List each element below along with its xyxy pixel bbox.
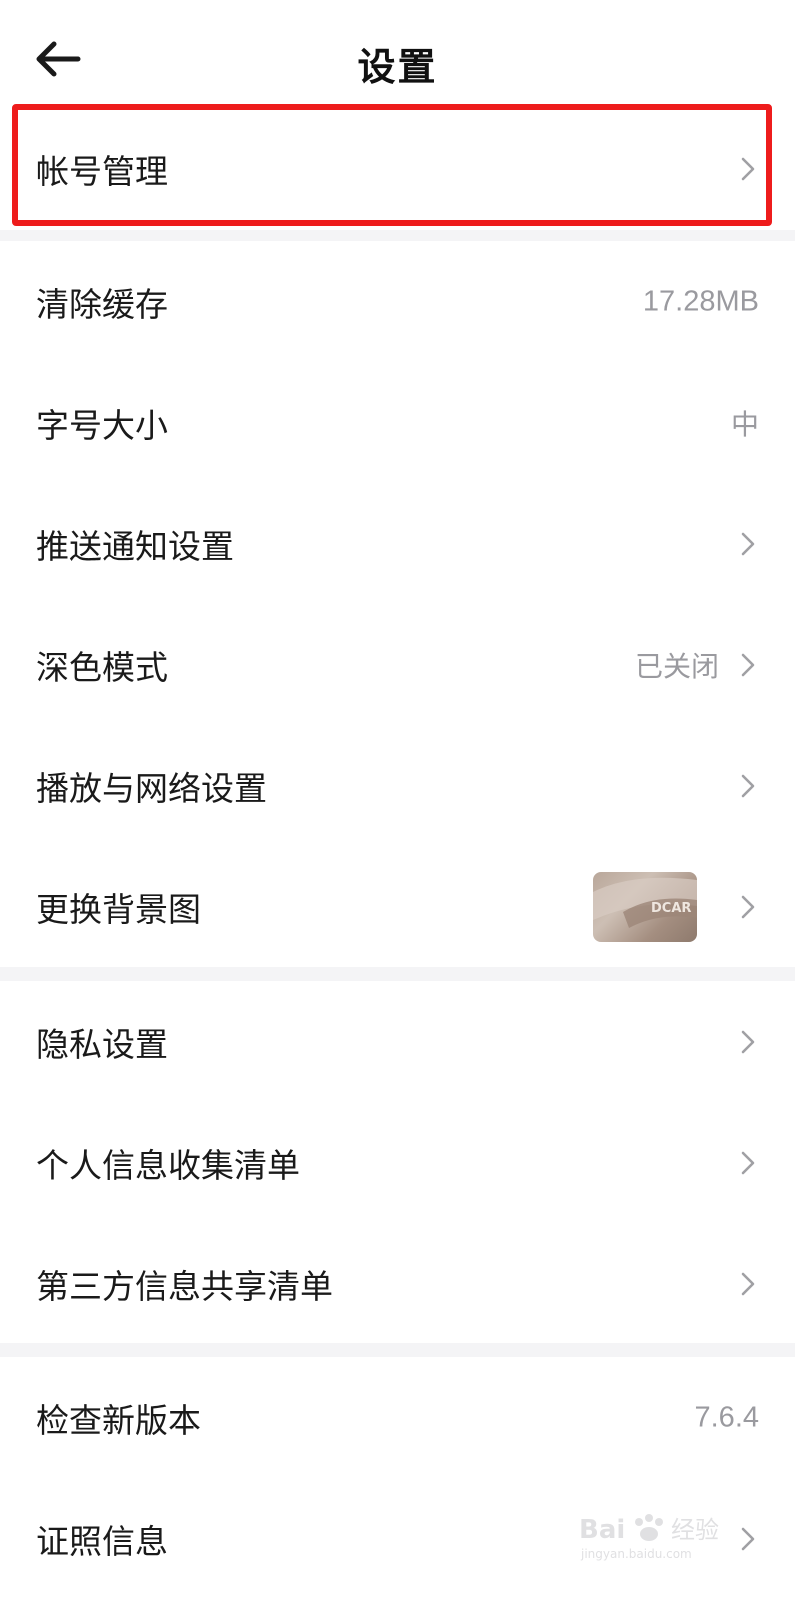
- row-font-size[interactable]: 字号大小 中: [0, 362, 795, 484]
- chevron-right-icon: [741, 1030, 755, 1054]
- settings-group-general: 清除缓存 17.28MB 字号大小 中 推送通知设置 深色模式 已关闭 播放与网…: [0, 241, 795, 967]
- row-label: 检查新版本: [36, 1401, 201, 1440]
- svg-text:jingyan.baidu.com: jingyan.baidu.com: [580, 1547, 692, 1561]
- chevron-right-icon: [741, 157, 755, 181]
- svg-text:DCAR: DCAR: [651, 901, 691, 916]
- row-check-update[interactable]: 检查新版本 7.6.4: [0, 1357, 795, 1479]
- cache-size-value: 17.28MB: [642, 285, 759, 318]
- arrow-left-icon: [36, 41, 81, 77]
- top-bar: 设置: [0, 0, 795, 108]
- row-label: 证照信息: [36, 1522, 168, 1561]
- row-privacy-settings[interactable]: 隐私设置: [0, 981, 795, 1103]
- row-push-notification[interactable]: 推送通知设置: [0, 483, 795, 605]
- settings-group-account: 帐号管理: [0, 108, 795, 230]
- row-account-management[interactable]: 帐号管理: [0, 108, 795, 230]
- svg-text:Bai: Bai: [579, 1515, 625, 1545]
- row-label: 深色模式: [36, 648, 168, 687]
- baidu-jingyan-watermark: Bai 经验 jingyan.baidu.com: [577, 1508, 757, 1564]
- row-label: 清除缓存: [36, 285, 168, 324]
- chevron-right-icon: [741, 774, 755, 798]
- background-thumbnail: DCAR: [593, 872, 697, 942]
- chevron-right-icon: [741, 1151, 755, 1175]
- row-change-background[interactable]: 更换背景图 DCAR: [0, 846, 795, 968]
- chevron-right-icon: [741, 1272, 755, 1296]
- row-playback-network[interactable]: 播放与网络设置: [0, 725, 795, 847]
- chevron-right-icon: [741, 895, 755, 919]
- settings-group-privacy: 隐私设置 个人信息收集清单 第三方信息共享清单: [0, 981, 795, 1343]
- row-dark-mode[interactable]: 深色模式 已关闭: [0, 604, 795, 726]
- svg-text:经验: 经验: [671, 1516, 719, 1544]
- chevron-right-icon: [741, 653, 755, 677]
- row-label: 更换背景图: [36, 890, 201, 929]
- row-label: 字号大小: [36, 406, 168, 445]
- row-label: 播放与网络设置: [36, 769, 267, 808]
- row-label: 第三方信息共享清单: [36, 1267, 333, 1306]
- back-button[interactable]: [30, 34, 86, 84]
- font-size-value: 中: [730, 408, 759, 441]
- row-personal-info-list[interactable]: 个人信息收集清单: [0, 1102, 795, 1224]
- row-label: 个人信息收集清单: [36, 1146, 300, 1185]
- dark-mode-value: 已关闭: [634, 650, 719, 683]
- row-clear-cache[interactable]: 清除缓存 17.28MB: [0, 241, 795, 363]
- row-third-party-sharing-list[interactable]: 第三方信息共享清单: [0, 1223, 795, 1345]
- page-title: 设置: [357, 45, 438, 89]
- version-value: 7.6.4: [694, 1401, 760, 1434]
- row-label: 隐私设置: [36, 1025, 168, 1064]
- chevron-right-icon: [741, 532, 755, 556]
- row-label: 帐号管理: [36, 152, 168, 191]
- row-label: 推送通知设置: [36, 527, 234, 566]
